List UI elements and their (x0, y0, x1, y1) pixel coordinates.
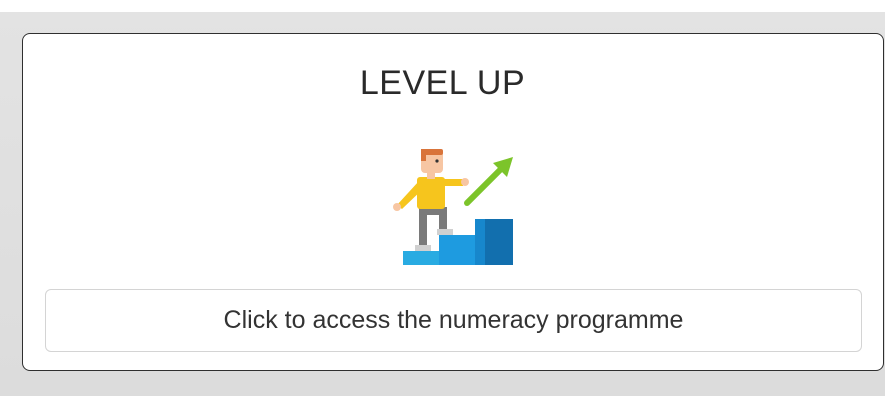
person-climbing-steps-icon (393, 149, 513, 265)
access-numeracy-programme-button[interactable]: Click to access the numeracy programme (45, 289, 862, 352)
card-title: LEVEL UP (359, 64, 526, 102)
